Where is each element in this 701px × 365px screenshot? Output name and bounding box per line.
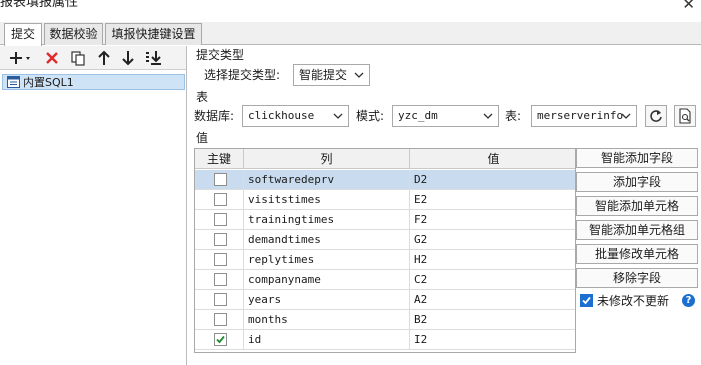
schema-select[interactable]: yzc_dm — [392, 105, 499, 127]
add-dropdown-icon[interactable] — [8, 48, 34, 68]
refresh-icon[interactable] — [645, 105, 667, 127]
column-cell[interactable]: trainingtimes — [244, 210, 410, 230]
move-up-icon[interactable] — [94, 48, 114, 68]
submit-type-label: 选择提交类型: — [204, 68, 281, 82]
smart-add-field-button[interactable]: 智能添加字段 — [576, 148, 698, 168]
chevron-down-icon — [353, 68, 365, 82]
table-row[interactable]: softwaredeprv D2 — [195, 170, 575, 190]
key-cell — [195, 250, 244, 270]
column-cell[interactable]: id — [244, 330, 410, 350]
close-icon[interactable]: ✕ — [682, 0, 695, 12]
table-row[interactable]: years A2 — [195, 290, 575, 310]
value-cell[interactable]: G2 — [410, 230, 575, 250]
tab-data-validation[interactable]: 数据校验 — [44, 23, 103, 45]
table-row[interactable]: trainingtimes F2 — [195, 210, 575, 230]
database-label: 数据库: — [194, 109, 235, 123]
value-cell[interactable]: H2 — [410, 250, 575, 270]
chevron-down-icon — [482, 109, 494, 123]
value-cell[interactable]: B2 — [410, 310, 575, 330]
value-cell[interactable]: D2 — [410, 170, 575, 190]
primary-key-checkbox[interactable] — [214, 193, 227, 206]
table-row[interactable]: replytimes H2 — [195, 250, 575, 270]
col-header-column[interactable]: 列 — [244, 149, 410, 169]
table-row[interactable]: demandtimes G2 — [195, 230, 575, 250]
key-cell — [195, 210, 244, 230]
smart-add-cell-group-button[interactable]: 智能添加单元格组 — [576, 220, 698, 240]
column-cell[interactable]: softwaredeprv — [244, 170, 410, 190]
delete-icon[interactable] — [42, 48, 62, 68]
batch-edit-cell-button[interactable]: 批量修改单元格 — [576, 244, 698, 264]
chevron-down-icon — [332, 109, 344, 123]
remove-field-button[interactable]: 移除字段 — [576, 268, 698, 288]
tab-hotkey-settings[interactable]: 填报快捷键设置 — [105, 23, 202, 45]
key-cell — [195, 190, 244, 210]
left-toolbar — [0, 46, 186, 70]
add-field-button[interactable]: 添加字段 — [576, 172, 698, 192]
primary-key-checkbox[interactable] — [214, 233, 227, 246]
value-cell[interactable]: F2 — [410, 210, 575, 230]
col-header-value[interactable]: 值 — [410, 149, 575, 169]
key-cell — [195, 270, 244, 290]
help-icon[interactable]: ? — [682, 294, 695, 307]
chevron-down-icon — [620, 109, 632, 123]
key-cell — [195, 170, 244, 190]
column-cell[interactable]: replytimes — [244, 250, 410, 270]
submit-type-section-label: 提交类型 — [196, 48, 245, 62]
primary-key-checkbox[interactable] — [214, 293, 227, 306]
primary-key-checkbox[interactable] — [214, 273, 227, 286]
move-down-icon[interactable] — [118, 48, 138, 68]
table-row[interactable]: companyname C2 — [195, 270, 575, 290]
sql-list-item[interactable]: 内置SQL1 — [2, 74, 185, 90]
smart-add-cell-button[interactable]: 智能添加单元格 — [576, 196, 698, 216]
column-cell[interactable]: months — [244, 310, 410, 330]
primary-key-checkbox[interactable] — [214, 213, 227, 226]
sql-item-label: 内置SQL1 — [23, 76, 74, 89]
preview-table-icon[interactable] — [674, 105, 696, 127]
submit-type-select[interactable]: 智能提交 — [293, 64, 370, 86]
key-cell — [195, 310, 244, 330]
schema-label: 模式: — [356, 109, 385, 123]
table-label: 表: — [505, 109, 522, 123]
col-header-key[interactable]: 主键 — [195, 149, 244, 169]
values-section-label: 值 — [196, 131, 209, 145]
key-cell — [195, 230, 244, 250]
primary-key-checkbox[interactable] — [214, 253, 227, 266]
value-cell[interactable]: E2 — [410, 190, 575, 210]
move-bottom-icon[interactable] — [144, 48, 164, 68]
value-cell[interactable]: C2 — [410, 270, 575, 290]
no-update-unmodified-label: 未修改不更新 — [597, 294, 670, 308]
primary-key-checkbox[interactable] — [214, 313, 227, 326]
no-update-unmodified-checkbox[interactable] — [580, 294, 593, 307]
column-cell[interactable]: years — [244, 290, 410, 310]
values-grid: 主键 列 值 softwaredeprv D2 visitstimes E2 train… — [194, 148, 576, 353]
table-section-label: 表 — [196, 90, 209, 104]
copy-icon[interactable] — [68, 48, 88, 68]
column-cell[interactable]: demandtimes — [244, 230, 410, 250]
column-cell[interactable]: visitstimes — [244, 190, 410, 210]
column-cell[interactable]: companyname — [244, 270, 410, 290]
key-cell — [195, 290, 244, 310]
sql-item-icon — [7, 76, 20, 88]
table-select[interactable]: merserverinfo — [531, 105, 637, 127]
primary-key-checkbox[interactable] — [214, 173, 227, 186]
table-row[interactable]: months B2 — [195, 310, 575, 330]
title-bar: 报表填报属性 ✕ — [0, 0, 701, 14]
tab-bar: 提交 数据校验 填报快捷键设置 — [0, 22, 701, 46]
sql-list-pane: 内置SQL1 — [0, 46, 187, 365]
window-title: 报表填报属性 — [0, 0, 79, 10]
value-cell[interactable]: A2 — [410, 290, 575, 310]
table-row[interactable]: id I2 — [195, 330, 575, 350]
tab-submit[interactable]: 提交 — [4, 23, 42, 46]
value-cell[interactable]: I2 — [410, 330, 575, 350]
key-cell — [195, 330, 244, 350]
grid-header: 主键 列 值 — [195, 149, 575, 169]
table-row[interactable]: visitstimes E2 — [195, 190, 575, 210]
primary-key-checkbox[interactable] — [214, 333, 227, 346]
database-select[interactable]: clickhouse — [242, 105, 349, 127]
